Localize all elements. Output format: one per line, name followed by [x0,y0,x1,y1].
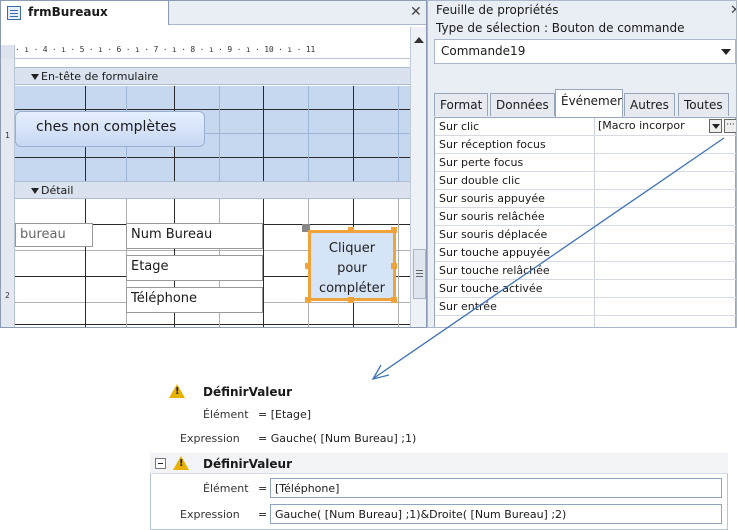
tab-evenements[interactable]: Événemen [555,89,623,117]
macro-element-label-1: Élément [203,408,249,421]
warning-icon: ! [173,456,189,470]
macro-element-label-2: Élément [203,482,249,495]
connector-arrow [371,137,725,381]
macro-expression-eq-2: = [258,508,268,521]
warning-icon: ! [169,384,185,398]
macro-action-2: DéfinirValeur [203,457,293,471]
macro-expression-field-2[interactable]: Gauche( [Num Bureau] ;1)&Droite( [Num Bu… [270,504,722,524]
macro-expression-label-1: Expression [180,432,240,445]
macro-element-field-2[interactable]: [Téléphone] [270,478,722,498]
macro-element-eq-2: = [258,482,268,495]
macro-expression-value-1: = Gauche( [Num Bureau] ;1) [258,432,417,445]
macro-action-1: DéfinirValeur [203,385,293,399]
macro-expression-label-2: Expression [180,508,240,521]
macro-element-value-1: = [Etage] [258,408,312,421]
collapse-icon[interactable] [155,458,166,469]
